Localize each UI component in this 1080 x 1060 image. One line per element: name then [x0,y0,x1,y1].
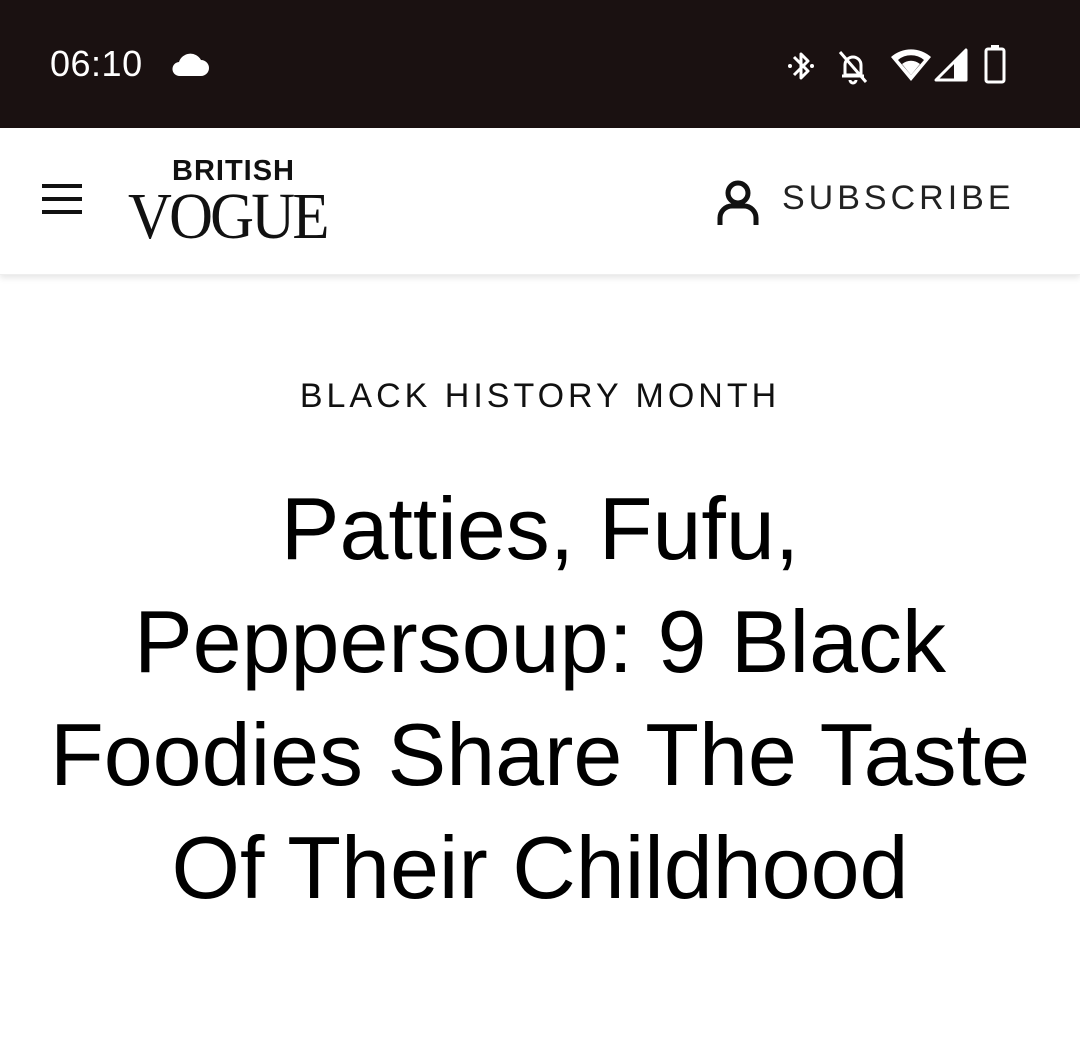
site-header: BRITISH VOGUE SUBSCRIBE [0,128,1080,275]
user-icon [717,180,759,225]
article-headline: Patties, Fufu, Peppersoup: 9 Black Foodi… [49,479,1031,917]
status-time: 06:10 [50,43,143,84]
subscribe-label: SUBSCRIBE [782,179,1015,217]
status-icons [780,44,1020,86]
british-vogue-logo[interactable]: BRITISH VOGUE [124,154,336,254]
status-bar: 06:10 [0,0,1080,128]
hamburger-menu-icon[interactable] [42,184,84,218]
battery-icon [984,45,1006,84]
bluetooth-icon [788,52,814,80]
cloud-icon [172,53,209,77]
cell-signal-icon [934,48,968,82]
article-category[interactable]: BLACK HISTORY MONTH [0,374,1080,418]
notifications-off-icon [838,51,868,85]
wifi-icon [891,49,931,81]
logo-main: VOGUE [128,180,329,253]
subscribe-button[interactable]: SUBSCRIBE [716,174,1016,230]
